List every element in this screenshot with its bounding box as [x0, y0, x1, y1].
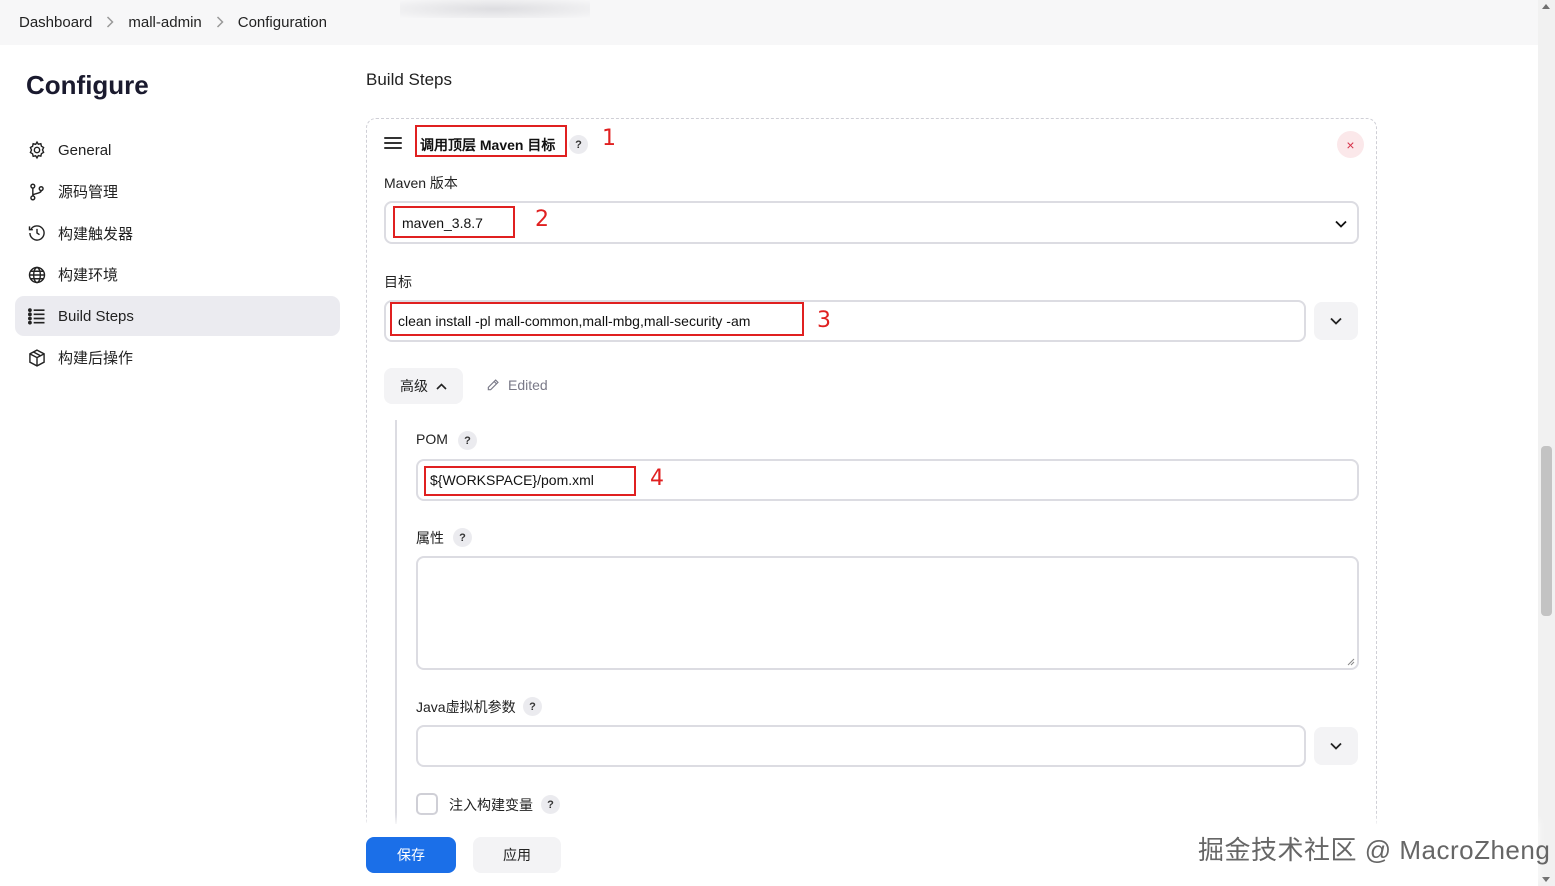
clock-icon [26, 222, 48, 244]
scrollbar[interactable] [1538, 0, 1555, 886]
blurred-region [400, 0, 590, 18]
maven-version-label: Maven 版本 [384, 175, 458, 191]
scroll-up-arrow-icon[interactable] [1542, 4, 1550, 9]
annotation-box-2 [393, 206, 515, 238]
page-title: Configure [26, 70, 149, 100]
advanced-label: 高级 [400, 378, 428, 394]
properties-label: 属性 [416, 530, 444, 546]
goals-label: 目标 [384, 274, 412, 290]
resize-handle-icon[interactable] [1346, 657, 1355, 666]
sidebar-item-label: 构建环境 [58, 267, 119, 284]
breadcrumb: Dashboard mall-admin Configuration [0, 0, 1538, 45]
sidebar-item-environment[interactable]: 构建环境 [15, 255, 340, 295]
sidebar-item-label: 构建触发器 [58, 225, 134, 243]
branch-icon [26, 181, 48, 203]
annotation-number-4: 4 [650, 466, 664, 491]
breadcrumb-configuration[interactable]: Configuration [238, 14, 327, 31]
sidebar-item-scm[interactable]: 源码管理 [15, 172, 340, 212]
edited-indicator: Edited [486, 377, 548, 393]
chevron-right-icon [106, 15, 114, 31]
inject-build-vars-label: 注入构建变量 [449, 797, 533, 813]
scrollbar-thumb[interactable] [1541, 446, 1552, 616]
watermark: 掘金技术社区 @ MacroZheng [1198, 835, 1551, 865]
expand-button[interactable] [1314, 302, 1358, 340]
save-button[interactable]: 保存 [366, 837, 456, 873]
sidebar-item-triggers[interactable]: 构建触发器 [15, 213, 340, 253]
breadcrumb-mall-admin[interactable]: mall-admin [128, 14, 201, 31]
annotation-number-3: 3 [817, 308, 831, 333]
advanced-toggle-button[interactable]: 高级 [384, 368, 463, 404]
sidebar-item-label: 源码管理 [58, 184, 119, 201]
help-icon[interactable]: ? [569, 135, 588, 154]
help-icon[interactable]: ? [523, 697, 542, 716]
pencil-icon [487, 379, 499, 391]
chevron-right-icon [216, 15, 224, 31]
globe-icon [26, 264, 48, 286]
annotation-box-1 [415, 125, 567, 157]
sidebar-item-general[interactable]: General [15, 130, 340, 170]
expand-button[interactable] [1314, 727, 1358, 765]
annotation-box-3 [390, 302, 804, 336]
sidebar-item-build-steps[interactable]: Build Steps [15, 296, 340, 336]
apply-button[interactable]: 应用 [473, 837, 561, 873]
sidebar-nav: General 源码管理 构建触发器 构建环境 Build Steps 构建后操… [15, 130, 340, 379]
sidebar-item-label: Build Steps [58, 307, 134, 325]
properties-textarea[interactable] [416, 556, 1359, 670]
close-icon[interactable]: × [1337, 131, 1364, 158]
advanced-section-rail [395, 420, 397, 840]
sidebar-item-post-build[interactable]: 构建后操作 [15, 338, 340, 378]
help-icon[interactable]: ? [453, 528, 472, 547]
maven-version-select[interactable]: maven_3.8.7 [384, 201, 1359, 244]
gear-icon [26, 139, 48, 161]
scroll-down-arrow-icon[interactable] [1542, 877, 1550, 882]
help-icon[interactable]: ? [458, 431, 477, 450]
package-icon [26, 347, 48, 369]
edited-label: Edited [508, 377, 548, 393]
sidebar-item-label: General [58, 141, 112, 159]
list-icon [26, 305, 48, 327]
chevron-down-icon [1330, 742, 1342, 750]
section-title: Build Steps [366, 70, 452, 89]
chevron-down-icon [1330, 317, 1342, 325]
help-icon[interactable]: ? [541, 795, 560, 814]
annotation-number-2: 2 [535, 207, 549, 232]
annotation-number-1: 1 [602, 126, 616, 151]
jvm-args-label: Java虚拟机参数 [416, 699, 516, 715]
inject-build-vars-checkbox[interactable] [416, 793, 438, 815]
sidebar-item-label: 构建后操作 [58, 350, 134, 367]
jvm-args-input[interactable] [416, 725, 1306, 767]
chevron-up-icon [436, 382, 447, 390]
pom-label: POM [416, 431, 448, 447]
breadcrumb-dashboard[interactable]: Dashboard [19, 14, 92, 31]
chevron-down-icon [1335, 215, 1347, 231]
drag-handle-icon[interactable] [384, 137, 402, 151]
annotation-box-4 [424, 466, 636, 496]
